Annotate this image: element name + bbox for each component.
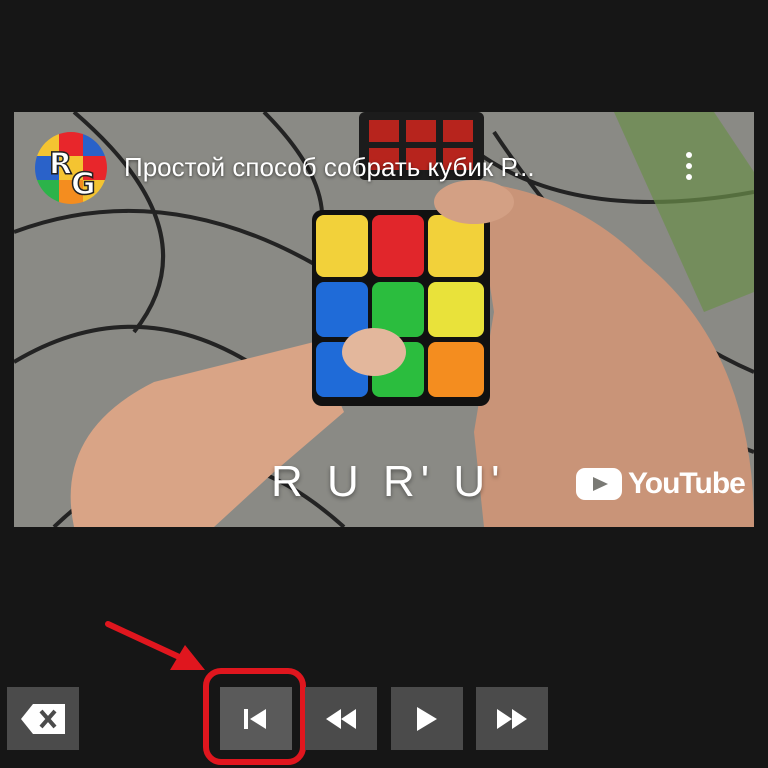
skip-to-start-button[interactable] (220, 687, 292, 750)
backspace-icon (21, 703, 65, 734)
rewind-button[interactable] (305, 687, 377, 750)
fast-forward-icon (497, 708, 527, 729)
annotation-arrow (105, 621, 205, 670)
play-button[interactable] (391, 687, 463, 750)
skip-previous-icon (244, 708, 266, 729)
play-icon (417, 706, 437, 731)
rewind-icon (326, 708, 356, 729)
fast-forward-button[interactable] (476, 687, 548, 750)
delete-button[interactable] (7, 687, 79, 750)
